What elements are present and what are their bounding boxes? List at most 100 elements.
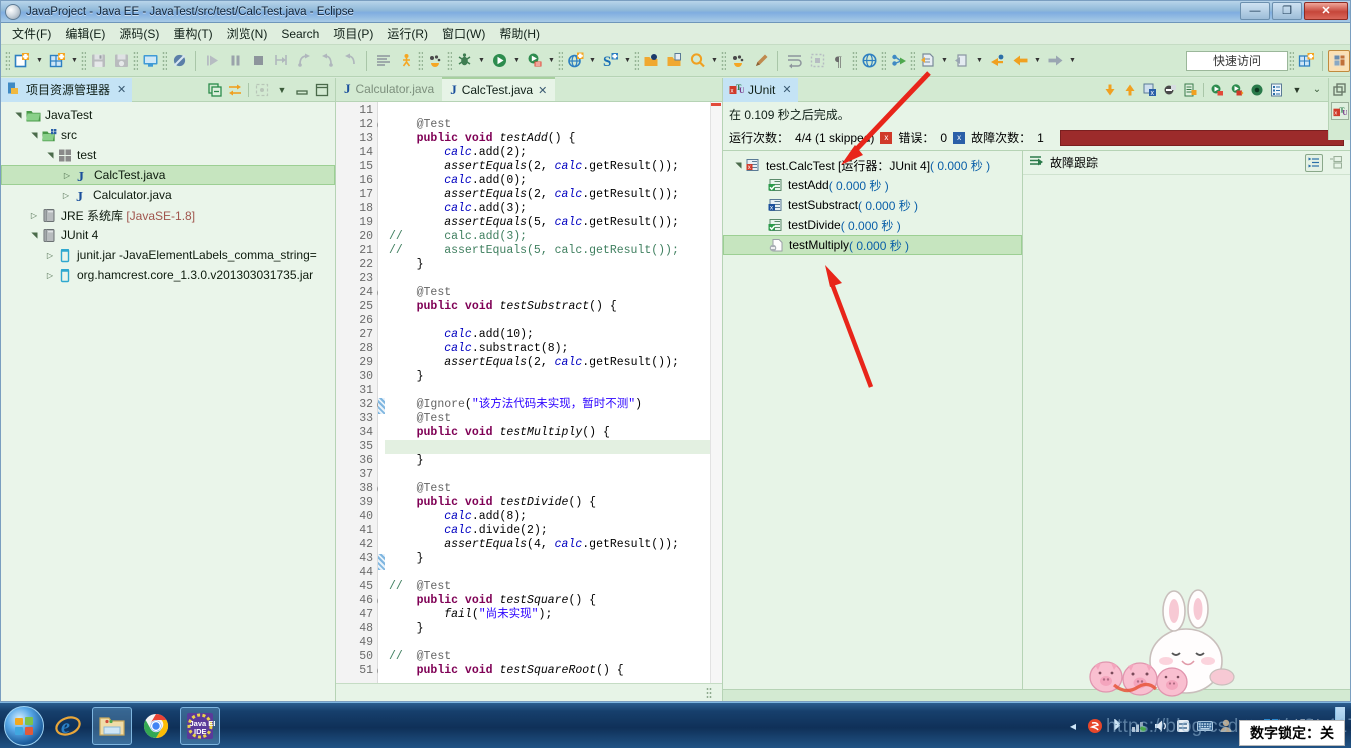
- code-line[interactable]: public void testSquare() {: [385, 594, 722, 608]
- web-browser-icon[interactable]: [858, 50, 880, 72]
- resume-icon[interactable]: [201, 50, 223, 72]
- volume-icon[interactable]: [1153, 718, 1169, 734]
- code-line[interactable]: calc.divide(2);: [385, 524, 722, 538]
- code-line[interactable]: public void testSubstract() {: [385, 300, 722, 314]
- code-line[interactable]: [385, 440, 722, 454]
- terminate-icon[interactable]: [1248, 81, 1266, 99]
- code-line[interactable]: @Test: [385, 412, 722, 426]
- lock-scroll-icon[interactable]: [1181, 81, 1199, 99]
- previous-annotation-icon[interactable]: [806, 50, 828, 72]
- code-line[interactable]: @Test: [385, 286, 722, 300]
- view-menu-icon[interactable]: ▼: [273, 81, 291, 99]
- last-edit-icon[interactable]: [916, 50, 938, 72]
- debug-dropdown-icon[interactable]: ▼: [476, 50, 487, 72]
- back-arrow-icon[interactable]: [1009, 50, 1031, 72]
- open-console-icon[interactable]: [139, 50, 161, 72]
- annotation-icon[interactable]: [750, 50, 772, 72]
- open-task-icon[interactable]: [663, 50, 685, 72]
- code-line[interactable]: calc.add(10);: [385, 328, 722, 342]
- new-server-dropdown-icon[interactable]: ▼: [622, 50, 633, 72]
- rerun-failed-icon[interactable]: [1228, 81, 1246, 99]
- show-hidden-icon[interactable]: ◂: [1065, 718, 1081, 734]
- external-tools-icon[interactable]: [523, 50, 545, 72]
- view-menu-list-icon[interactable]: [1268, 81, 1286, 99]
- code-line[interactable]: [385, 314, 722, 328]
- menu-project[interactable]: 项目(P): [326, 23, 380, 44]
- step-into-icon[interactable]: [270, 50, 292, 72]
- perspective-open-icon[interactable]: [1295, 50, 1317, 72]
- editor-tab-calculator-java[interactable]: J Calculator.java: [336, 77, 442, 101]
- debug-icon[interactable]: [453, 50, 475, 72]
- focus-icon[interactable]: [253, 81, 271, 99]
- taskbar-google-chrome[interactable]: [136, 707, 176, 745]
- code-line[interactable]: assertEquals(4, calc.getResult());: [385, 538, 722, 552]
- save-all-icon[interactable]: [110, 50, 132, 72]
- tree-item-junit-4[interactable]: ◢ JUnit 4: [1, 225, 335, 245]
- lines-icon[interactable]: [372, 50, 394, 72]
- test-result-row[interactable]: testAdd ( 0.000 秒 ): [723, 175, 1022, 195]
- taskbar-eclipse-java-ee-ide[interactable]: Java EE IDE: [180, 706, 220, 745]
- restore-perspective-icon[interactable]: [1331, 81, 1349, 99]
- menu-source[interactable]: 源码(S): [112, 23, 166, 44]
- sogou-input-icon[interactable]: [1087, 718, 1103, 734]
- terminate-icon[interactable]: [247, 50, 269, 72]
- menu-edit[interactable]: 编辑(E): [58, 23, 112, 44]
- code-line[interactable]: calc.add(2);: [385, 146, 722, 160]
- suspend-icon[interactable]: [224, 50, 246, 72]
- code-line[interactable]: [385, 468, 722, 482]
- code-line[interactable]: [385, 566, 722, 580]
- code-line[interactable]: assertEquals(2, calc.getResult());: [385, 160, 722, 174]
- antivirus-icon[interactable]: [1175, 718, 1191, 734]
- code-line[interactable]: [385, 636, 722, 650]
- twisty-expanded-icon[interactable]: ◢: [30, 128, 39, 142]
- show-failures-only-icon[interactable]: x: [1141, 81, 1159, 99]
- coverage-icon[interactable]: [424, 50, 446, 72]
- menu-navigate[interactable]: 浏览(N): [220, 23, 275, 44]
- trace-layout-icon[interactable]: [1326, 154, 1344, 172]
- compare-result-icon[interactable]: [1305, 153, 1323, 172]
- test-result-tree[interactable]: ◢ x test.CalcTest [运行器：JUnit 4] ( 0.000 秒 …: [723, 151, 1023, 689]
- forward-arrow-dropdown-icon[interactable]: ▼: [1067, 50, 1078, 72]
- code-line[interactable]: assertEquals(2, calc.getResult());: [385, 188, 722, 202]
- next-annotation-icon[interactable]: [783, 50, 805, 72]
- failure-trace-content[interactable]: [1023, 175, 1350, 689]
- keyboard-icon[interactable]: [1197, 718, 1214, 734]
- code-line[interactable]: @Ignore("该方法代码未实现，暂时不测"): [385, 398, 722, 412]
- code-line[interactable]: }: [385, 454, 722, 468]
- code-line[interactable]: // @Test: [385, 650, 722, 664]
- tab-junit[interactable]: xTU JUnit ✕: [723, 77, 798, 102]
- view-menu-dropdown-icon[interactable]: ▼: [1288, 81, 1306, 99]
- twisty-collapsed-icon[interactable]: ▷: [43, 251, 57, 260]
- new-wizard-icon[interactable]: [11, 50, 33, 72]
- junit-fastview-icon[interactable]: xTU: [1330, 102, 1349, 120]
- test-result-row[interactable]: testDivide ( 0.000 秒 ): [723, 215, 1022, 235]
- back-arrow-dropdown-icon[interactable]: ▼: [1032, 50, 1043, 72]
- last-edit-dropdown-icon[interactable]: ▼: [939, 50, 950, 72]
- code-line[interactable]: // calc.add(3);: [385, 230, 722, 244]
- code-line[interactable]: [385, 272, 722, 286]
- code-editor[interactable]: 11 12 13 14 15 16 17 18 19 20 21 22 23 24 25 26 27 28 29 30…: [336, 102, 722, 683]
- paragraph-icon[interactable]: ¶: [829, 50, 851, 72]
- tree-item-jre-[interactable]: ▷ JRE 系统库 [JavaSE-1.8]: [1, 205, 335, 225]
- new-grid-dropdown-icon[interactable]: ▼: [69, 50, 80, 72]
- editor-overview-ruler[interactable]: [710, 102, 722, 683]
- code-line[interactable]: [385, 384, 722, 398]
- profile-icon[interactable]: [887, 50, 909, 72]
- code-line[interactable]: @Test: [385, 482, 722, 496]
- user-icon[interactable]: [1219, 718, 1235, 734]
- save-icon[interactable]: [87, 50, 109, 72]
- code-line[interactable]: // assertEquals(5, calc.getResult());: [385, 244, 722, 258]
- prev-edit-icon[interactable]: [986, 50, 1008, 72]
- new-grid-icon[interactable]: [46, 50, 68, 72]
- twisty-expanded-icon[interactable]: ◢: [734, 158, 743, 172]
- toggle-mark-icon[interactable]: [727, 50, 749, 72]
- code-line[interactable]: [385, 104, 722, 118]
- code-line[interactable]: @Test: [385, 118, 722, 132]
- close-button[interactable]: ✕: [1304, 2, 1348, 20]
- twisty-expanded-icon[interactable]: ◢: [14, 108, 23, 122]
- minimize-icon[interactable]: ⌄: [1308, 81, 1326, 99]
- tree-item-org-hamcrest-core-1-3-0-v201303031735-jar[interactable]: ▷ org.hamcrest.core_1.3.0.v201303031735.j…: [1, 265, 335, 285]
- tab-project-explorer[interactable]: 项目资源管理器 ✕: [1, 77, 133, 102]
- taskbar-windows-explorer[interactable]: [92, 706, 132, 745]
- tree-item-calculator-java[interactable]: ▷ J Calculator.java: [1, 185, 335, 205]
